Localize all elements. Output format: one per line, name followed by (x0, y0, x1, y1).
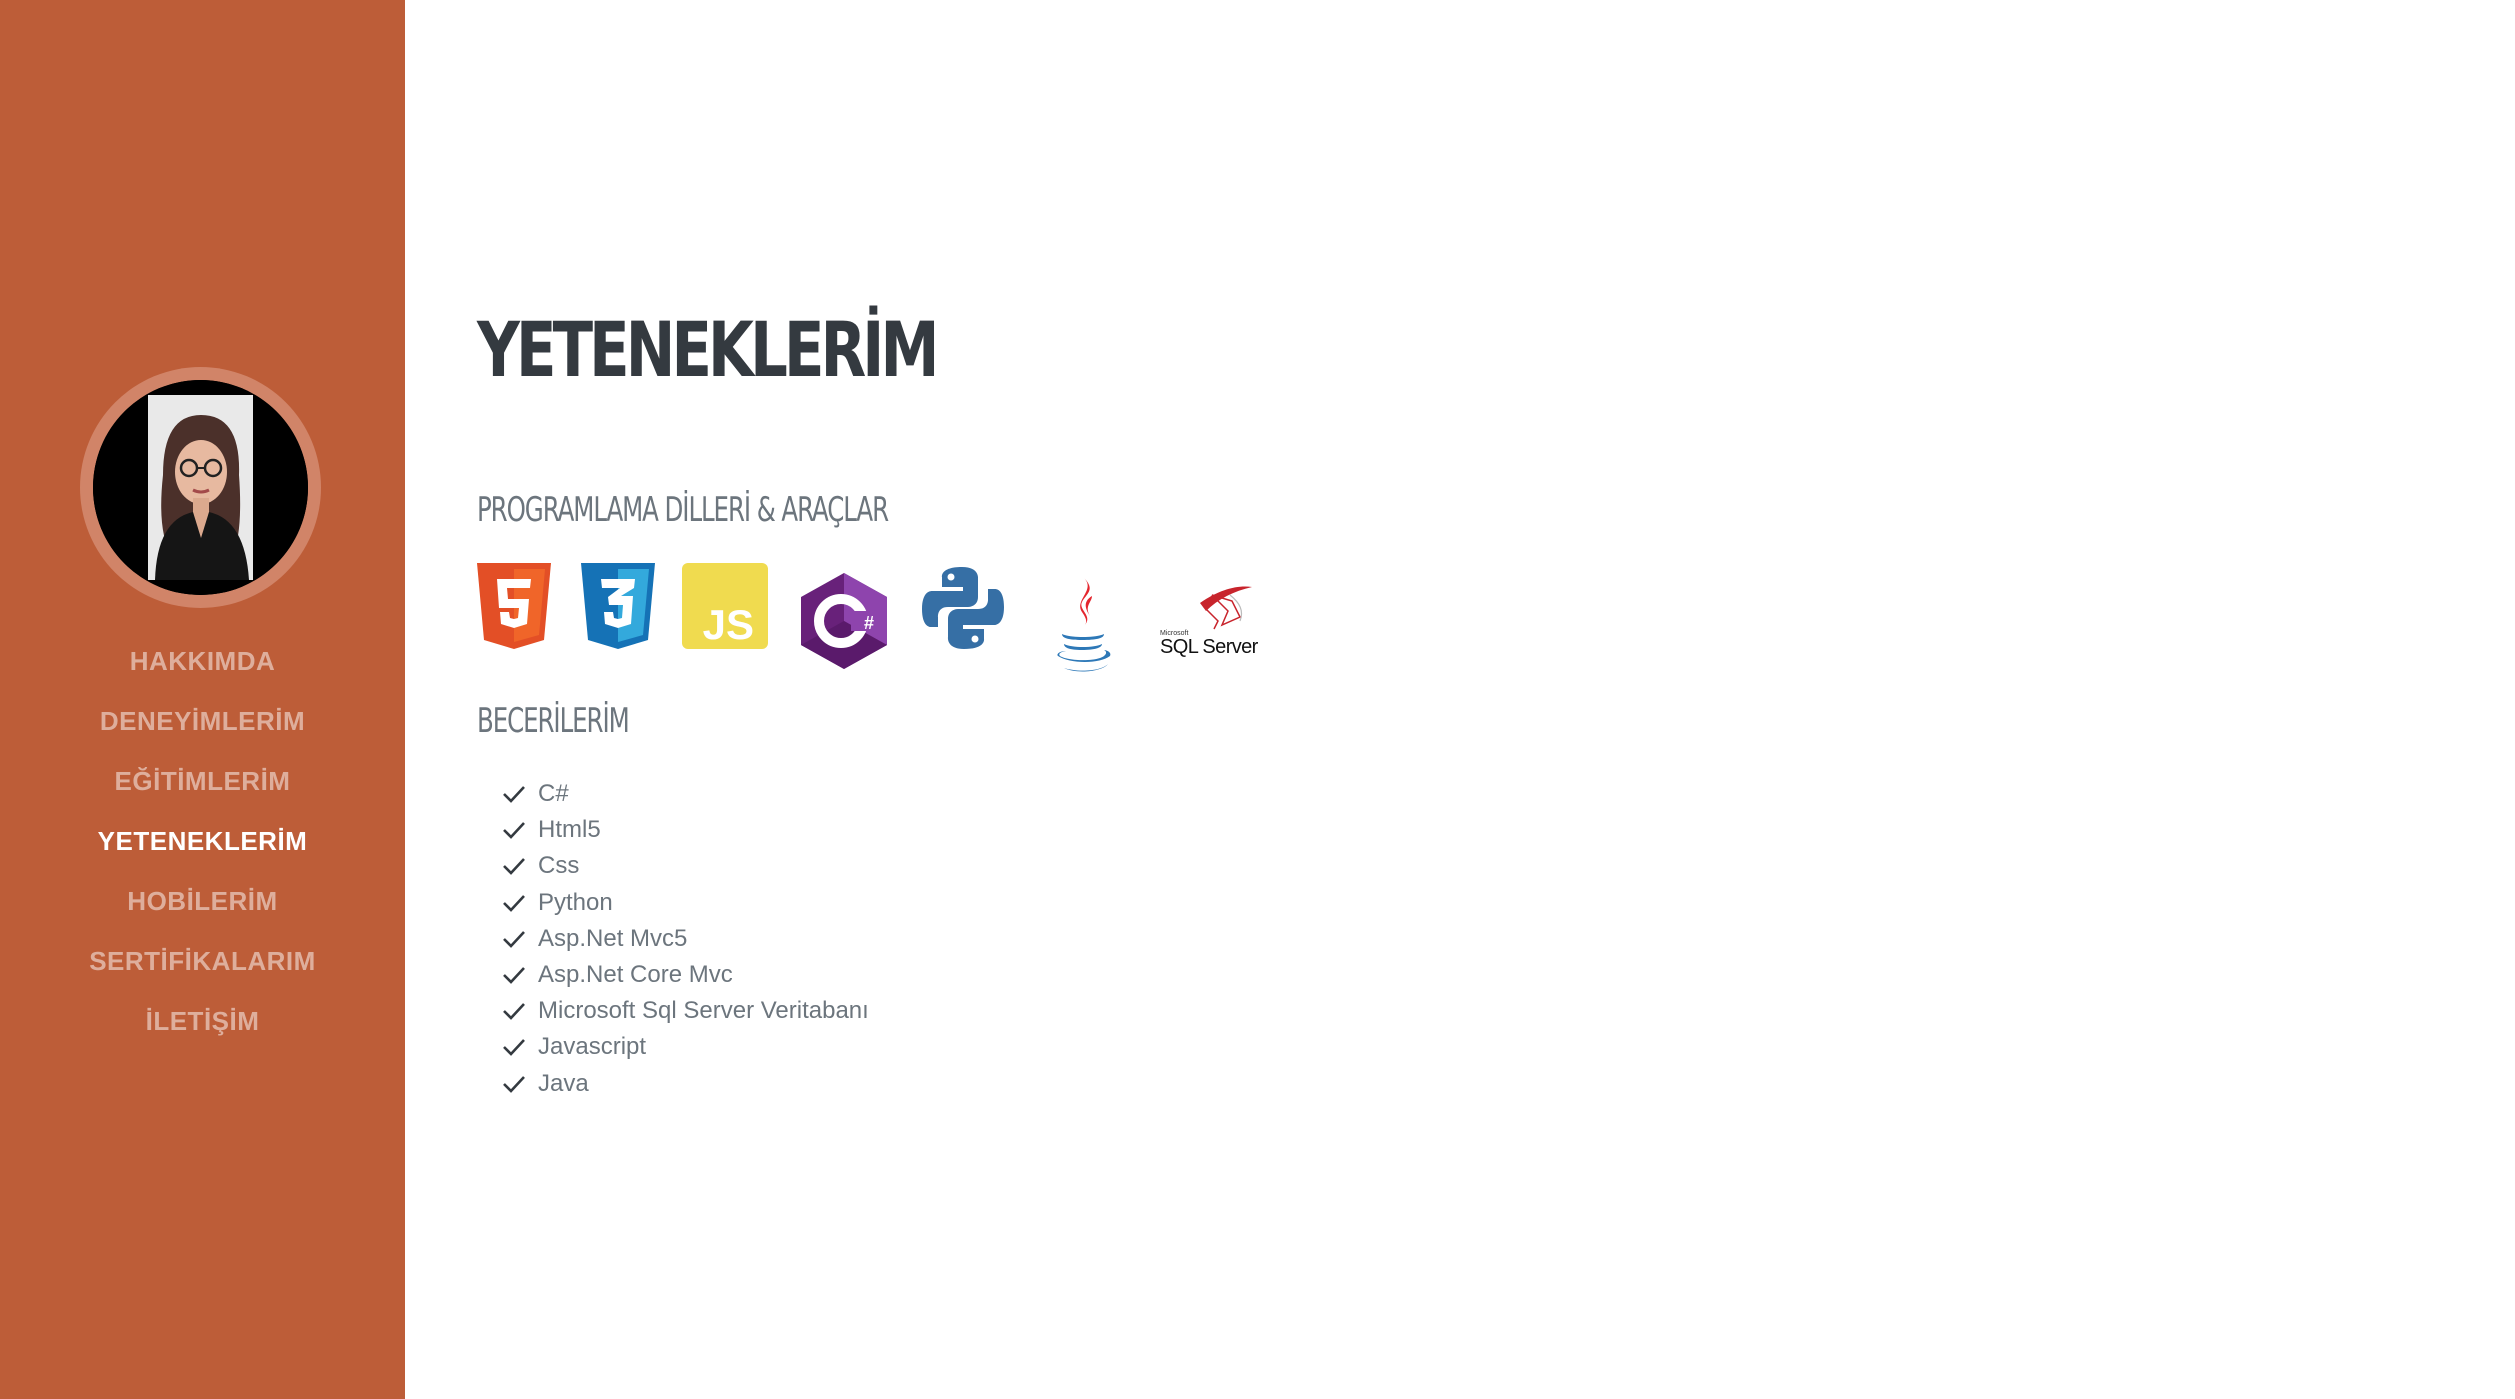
skills-heading: BECERİLERİM (477, 701, 630, 741)
javascript-icon[interactable]: JS (682, 563, 768, 649)
skill-label: Asp.Net Core Mvc (538, 961, 733, 989)
list-item: Asp.Net Mvc5 (502, 921, 869, 957)
skill-label: Javascript (538, 1033, 647, 1061)
sql-server-icon[interactable]: Microsoft SQL Server (1160, 581, 1270, 663)
skill-label: C# (538, 780, 569, 808)
check-icon (503, 930, 525, 948)
nav-item-hakkimda: HAKKIMDA (0, 640, 405, 700)
nav-link-egitimlerim[interactable]: EĞİTİMLERİM (115, 766, 291, 796)
check-icon (503, 1075, 525, 1093)
tool-icons-list: JS # Microsoft SQL Server (477, 563, 1477, 673)
list-item: Javascript (502, 1029, 869, 1065)
sql-server-icon-text: SQL Server (1160, 636, 1259, 658)
nav-link-hakkimda[interactable]: HAKKIMDA (130, 646, 276, 676)
skill-label: Microsoft Sql Server Veritabanı (538, 997, 869, 1025)
check-icon (503, 1003, 525, 1021)
nav-item-yeteneklerim: YETENEKLERİM (0, 820, 405, 880)
check-icon (503, 822, 525, 840)
list-item: Css (502, 848, 869, 884)
check-icon (503, 858, 525, 876)
nav-item-deneyimlerim: DENEYİMLERİM (0, 700, 405, 760)
nav-item-iletisim: İLETİŞİM (0, 1000, 405, 1060)
css3-icon[interactable] (581, 563, 655, 649)
check-icon (503, 894, 525, 912)
check-icon (503, 1039, 525, 1057)
nav-link-sertifikalarim[interactable]: SERTİFİKALARIM (89, 946, 316, 976)
skill-label: Python (538, 888, 613, 916)
check-icon (503, 786, 525, 803)
nav-link-deneyimlerim[interactable]: DENEYİMLERİM (100, 706, 305, 736)
skill-label: Html5 (538, 816, 601, 844)
list-item: Microsoft Sql Server Veritabanı (502, 993, 869, 1029)
java-icon[interactable] (1044, 576, 1122, 674)
list-item: Python (502, 885, 869, 921)
python-icon[interactable] (920, 565, 1006, 651)
svg-text:#: # (864, 613, 874, 633)
nav-link-iletisim[interactable]: İLETİŞİM (146, 1006, 260, 1036)
list-item: C# (502, 776, 869, 812)
page-title: YETENEKLERİM (477, 305, 939, 394)
nav-link-yeteneklerim[interactable]: YETENEKLERİM (98, 826, 308, 856)
sidebar: HAKKIMDA DENEYİMLERİM EĞİTİMLERİM YETENE… (0, 0, 405, 1399)
nav-item-sertifikalarim: SERTİFİKALARIM (0, 940, 405, 1000)
check-icon (503, 967, 525, 984)
nav-item-egitimlerim: EĞİTİMLERİM (0, 760, 405, 820)
list-item: Html5 (502, 812, 869, 848)
sidebar-nav: HAKKIMDA DENEYİMLERİM EĞİTİMLERİM YETENE… (0, 640, 405, 1060)
list-item: Java (502, 1066, 869, 1102)
tools-heading: PROGRAMLAMA DİLLERİ & ARAÇLAR (477, 490, 889, 530)
skills-list: C# Html5 Css Python Asp.Net Mvc5 Asp.Net… (502, 776, 869, 1102)
list-item: Asp.Net Core Mvc (502, 957, 869, 993)
nav-item-hobilerim: HOBİLERİM (0, 880, 405, 940)
skill-label: Css (538, 852, 580, 880)
skill-label: Java (538, 1069, 589, 1097)
csharp-icon[interactable]: # (801, 573, 887, 669)
avatar-photo (93, 380, 308, 595)
js-icon-text: JS (703, 601, 754, 648)
skill-label: Asp.Net Mvc5 (538, 924, 688, 952)
html5-icon[interactable] (477, 563, 551, 649)
avatar[interactable] (93, 380, 308, 595)
nav-link-hobilerim[interactable]: HOBİLERİM (127, 886, 277, 916)
